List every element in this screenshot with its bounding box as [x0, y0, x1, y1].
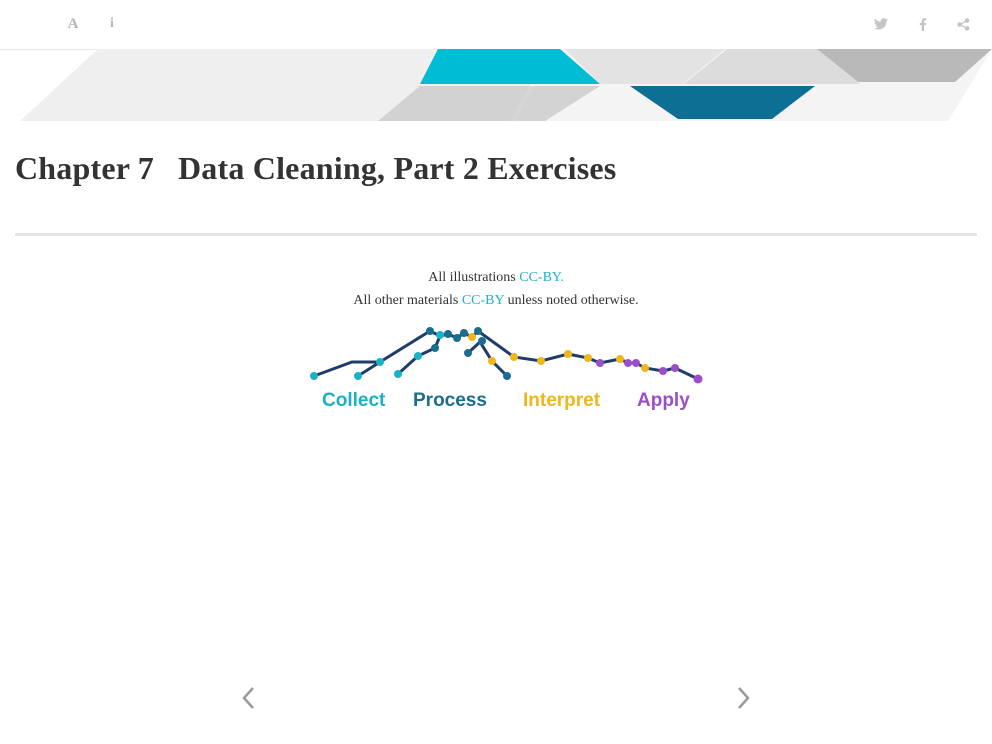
next-page-button[interactable]: [732, 684, 756, 712]
font-settings-button[interactable]: A: [59, 12, 87, 36]
twitter-share-button[interactable]: [867, 12, 895, 36]
logo-label-process: Process: [413, 390, 487, 411]
apply-dots: [596, 359, 703, 384]
license-line-illustrations: All illustrations CC-BY.: [428, 270, 564, 285]
chapter-number: Chapter 7: [15, 150, 154, 186]
previous-page-button[interactable]: [236, 684, 260, 712]
logo-label-collect: Collect: [322, 390, 386, 411]
title-divider: [15, 233, 977, 236]
chevron-left-icon: [242, 687, 254, 709]
chevron-right-icon: [738, 687, 750, 709]
twitter-icon: [874, 18, 888, 30]
process-logo: Collect Process Interpret Apply: [310, 327, 703, 411]
top-toolbar: A i: [0, 0, 992, 50]
license-notice: All illustrations CC-BY. All other mater…: [0, 266, 992, 312]
collect-dots: [310, 331, 444, 380]
share-icon: [956, 17, 969, 31]
cc-by-illustrations-link[interactable]: CC-BY.: [519, 270, 563, 285]
logo-label-interpret: Interpret: [523, 390, 601, 411]
facebook-icon: [919, 17, 927, 31]
logo-label-apply: Apply: [637, 390, 690, 411]
license-line-materials: All other materials CC-BY unless noted o…: [353, 293, 639, 308]
info-icon: i: [110, 16, 114, 31]
chapter-title-text: Data Cleaning, Part 2 Exercises: [178, 150, 617, 186]
info-button[interactable]: i: [98, 12, 126, 36]
header-banner: [20, 49, 992, 121]
share-button[interactable]: [949, 12, 977, 36]
facebook-share-button[interactable]: [909, 12, 937, 36]
page-title: Chapter 7 Data Cleaning, Part 2 Exercises: [15, 150, 616, 187]
font-icon: A: [67, 15, 79, 32]
cc-by-materials-link[interactable]: CC-BY: [462, 293, 504, 308]
